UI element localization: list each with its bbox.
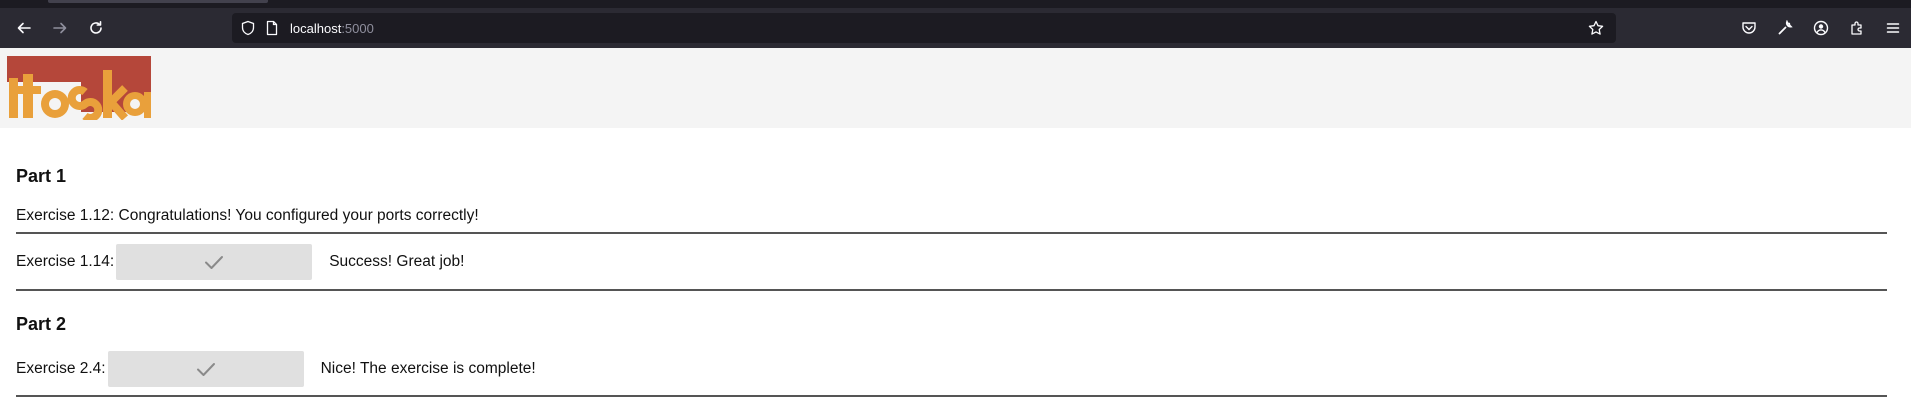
reload-button[interactable]	[82, 14, 110, 42]
exercise-1-14-label: Exercise 1.14:	[16, 253, 115, 270]
toolbar-right-icons	[1731, 8, 1911, 48]
checkmark-icon	[196, 363, 215, 376]
url-host: localhost	[290, 20, 342, 36]
part-1-title: Part 1	[16, 166, 67, 186]
checkmark-icon	[205, 256, 224, 269]
exercise-2-4-row: Exercise 2.4: Nice! The exercise is comp…	[16, 349, 1895, 389]
part-2-title: Part 2	[16, 314, 67, 334]
divider	[16, 395, 1887, 397]
pocket-button[interactable]	[1731, 8, 1767, 48]
extensions-button[interactable]	[1839, 8, 1875, 48]
account-button[interactable]	[1803, 8, 1839, 48]
site-header	[0, 48, 1911, 128]
exercise-1-12-text: Exercise 1.12: Congratulations! You conf…	[16, 207, 479, 224]
back-arrow-icon	[17, 22, 31, 34]
wrench-icon	[1778, 20, 1793, 35]
exercise-1-14-check-button[interactable]	[116, 244, 313, 280]
forward-arrow-icon	[53, 22, 67, 34]
exercise-2-4-label: Exercise 2.4:	[16, 360, 106, 377]
reload-icon	[90, 21, 102, 34]
itoska-logo[interactable]	[7, 56, 151, 120]
browser-tab-strip	[0, 0, 1911, 8]
main-content: Part 1 Exercise 1.12: Congratulations! Y…	[0, 165, 1911, 397]
divider	[16, 232, 1887, 234]
exercise-1-14-message: Success! Great job!	[329, 253, 465, 270]
account-icon	[1813, 20, 1829, 36]
pocket-icon	[1742, 22, 1756, 34]
page-icon[interactable]	[264, 20, 280, 36]
exercise-2-4-check-button[interactable]	[107, 351, 304, 387]
menu-button[interactable]	[1875, 8, 1911, 48]
url-port: :5000	[341, 20, 374, 36]
devtools-button[interactable]	[1767, 8, 1803, 48]
exercise-1-14-row: Exercise 1.14: Success! Great job!	[16, 242, 1895, 282]
exercise-2-4-message: Nice! The exercise is complete!	[320, 360, 536, 377]
star-icon[interactable]	[1588, 20, 1604, 36]
url-text[interactable]: localhost:5000	[290, 21, 374, 36]
url-bar[interactable]: localhost:5000	[232, 13, 1616, 43]
shield-icon[interactable]	[240, 20, 256, 36]
forward-button[interactable]	[46, 14, 74, 42]
menu-icon	[1886, 23, 1900, 33]
back-button[interactable]	[10, 14, 38, 42]
active-tab-edge[interactable]	[48, 0, 268, 3]
divider	[16, 289, 1887, 291]
browser-toolbar: localhost:5000	[0, 8, 1911, 48]
extensions-icon	[1851, 21, 1862, 35]
